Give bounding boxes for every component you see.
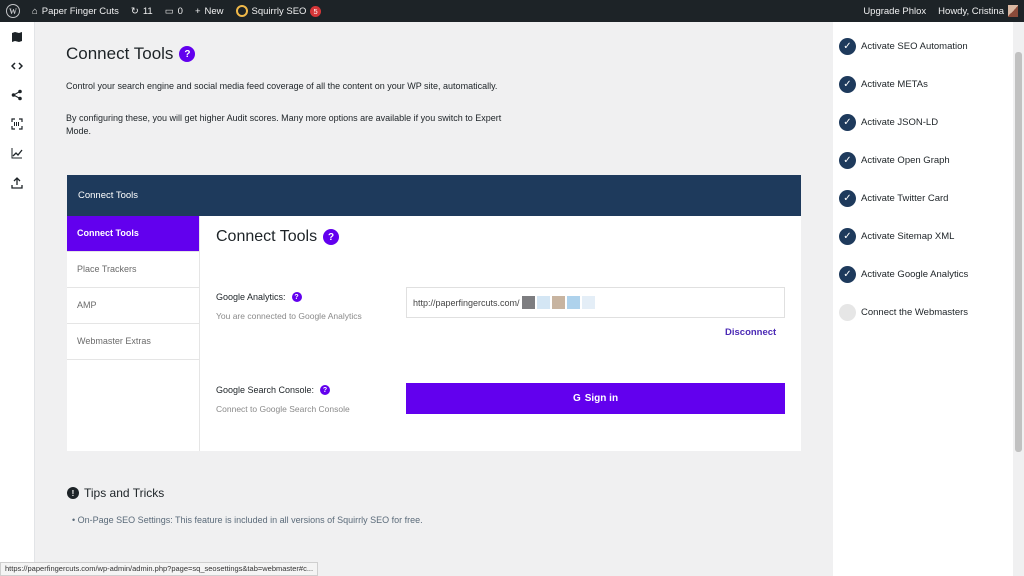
analytics-url-value: http://paperfingercuts.com/: [413, 297, 520, 308]
help-icon[interactable]: ?: [179, 46, 196, 62]
page-title: Connect Tools ?: [66, 44, 196, 64]
sign-in-button[interactable]: G Sign in: [406, 383, 785, 414]
page-scrollbar[interactable]: [1013, 22, 1024, 576]
updates-count: 11: [142, 5, 153, 17]
content-title: Connect Tools ?: [216, 228, 340, 246]
new-label: New: [204, 5, 224, 17]
tab-place-trackers[interactable]: Place Trackers: [67, 252, 199, 288]
intro-text-1: Control your search engine and social me…: [66, 81, 498, 91]
tips-title-text: Tips and Tricks: [84, 486, 165, 500]
updates-link[interactable]: ↻ 11: [125, 0, 159, 22]
tab-connect-tools[interactable]: Connect Tools: [67, 216, 199, 252]
tip-text: On-Page SEO Settings: This feature is in…: [77, 515, 423, 525]
check-icon: ✓: [839, 38, 856, 55]
sign-in-label: Sign in: [584, 393, 619, 404]
map-icon[interactable]: [10, 30, 24, 44]
task-label: Connect the Webmasters: [861, 307, 969, 318]
task-label: Activate Open Graph: [861, 155, 950, 166]
check-icon: ✓: [839, 152, 856, 169]
scan-icon[interactable]: [10, 117, 24, 131]
page-title-text: Connect Tools: [66, 44, 174, 63]
squirrly-icon: [235, 5, 248, 17]
check-icon: ✓: [839, 266, 856, 283]
redacted-block: [551, 296, 565, 309]
upgrade-label: Upgrade Phlox: [863, 5, 927, 17]
analytics-url-field[interactable]: http://paperfingercuts.com/: [406, 287, 785, 318]
settings-tabs: Connect Tools Place Trackers AMP Webmast…: [67, 216, 200, 451]
check-icon: ✓: [839, 76, 856, 93]
task-metas[interactable]: ✓ Activate METAs: [839, 76, 928, 93]
squirrly-label: Squirrly SEO: [251, 5, 307, 17]
check-icon: ✓: [839, 228, 856, 245]
tips-heading: ! Tips and Tricks: [67, 486, 164, 500]
redacted-block: [521, 296, 535, 309]
task-label: Activate Sitemap XML: [861, 231, 955, 242]
intro-text-2: By configuring these, you will get highe…: [66, 113, 502, 136]
console-label: Google Search Console: ?: [216, 385, 331, 395]
disconnect-link[interactable]: Disconnect: [725, 327, 776, 338]
squirrly-badge: 5: [310, 5, 321, 17]
tasks-panel: ✓ Activate SEO Automation ✓ Activate METAs…: [833, 22, 1013, 576]
task-label: Activate Google Analytics: [861, 269, 969, 280]
comment-icon: ▭: [164, 5, 174, 17]
comments-count: 0: [177, 5, 183, 17]
account-menu[interactable]: Howdy, Cristina: [932, 0, 1024, 22]
comments-link[interactable]: ▭ 0: [159, 0, 189, 22]
redacted-block: [566, 296, 580, 309]
admin-bar: W ⌂ Paper Finger Cuts ↻ 11 ▭ 0 + New Squ…: [0, 0, 1024, 22]
check-icon: ✓: [839, 114, 856, 131]
analytics-help-icon[interactable]: ?: [291, 292, 302, 302]
analytics-status: You are connected to Google Analytics: [216, 311, 362, 321]
analytics-label: Google Analytics: ?: [216, 292, 302, 302]
wordpress-icon: W: [6, 4, 20, 18]
tab-amp[interactable]: AMP: [67, 288, 199, 324]
empty-circle-icon: [839, 304, 856, 321]
connect-tools-card: Connect Tools Connect Tools Place Tracke…: [67, 175, 801, 451]
howdy-label: Howdy, Cristina: [938, 5, 1004, 17]
task-webmasters[interactable]: Connect the Webmasters: [839, 304, 968, 321]
content-title-text: Connect Tools: [216, 228, 318, 245]
link-status-bar: https://paperfingercuts.com/wp-admin/adm…: [0, 562, 319, 576]
new-content-link[interactable]: + New: [189, 0, 230, 22]
redacted-block: [581, 296, 595, 309]
icon-rail: [0, 22, 35, 576]
site-name-label: Paper Finger Cuts: [41, 5, 119, 17]
site-name-link[interactable]: ⌂ Paper Finger Cuts: [26, 0, 125, 22]
scrollbar-thumb[interactable]: [1015, 52, 1022, 452]
task-label: Activate JSON-LD: [861, 117, 939, 128]
content-help-icon[interactable]: ?: [323, 229, 340, 245]
updates-icon: ↻: [130, 5, 139, 17]
avatar: [1008, 5, 1018, 17]
home-icon: ⌂: [32, 5, 38, 17]
task-json-ld[interactable]: ✓ Activate JSON-LD: [839, 114, 938, 131]
console-help-icon[interactable]: ?: [320, 385, 331, 395]
tip-item: • On-Page SEO Settings: This feature is …: [72, 515, 423, 525]
task-label: Activate METAs: [861, 79, 928, 90]
upgrade-link[interactable]: Upgrade Phlox: [857, 0, 932, 22]
plus-icon: +: [194, 5, 201, 17]
task-open-graph[interactable]: ✓ Activate Open Graph: [839, 152, 950, 169]
task-label: Activate SEO Automation: [861, 41, 968, 52]
console-label-text: Google Search Console:: [216, 385, 315, 395]
share-icon[interactable]: [10, 88, 24, 102]
analytics-label-text: Google Analytics:: [216, 292, 286, 302]
tab-webmaster-extras[interactable]: Webmaster Extras: [67, 324, 199, 360]
task-sitemap-xml[interactable]: ✓ Activate Sitemap XML: [839, 228, 954, 245]
console-status: Connect to Google Search Console: [216, 404, 350, 414]
task-google-analytics[interactable]: ✓ Activate Google Analytics: [839, 266, 968, 283]
code-icon[interactable]: [10, 59, 24, 73]
info-icon: !: [67, 487, 79, 499]
check-icon: ✓: [839, 190, 856, 207]
card-header: Connect Tools: [67, 175, 801, 216]
task-label: Activate Twitter Card: [861, 193, 949, 204]
task-seo-automation[interactable]: ✓ Activate SEO Automation: [839, 38, 968, 55]
chart-icon[interactable]: [10, 146, 24, 160]
google-icon: G: [572, 393, 581, 404]
task-twitter-card[interactable]: ✓ Activate Twitter Card: [839, 190, 948, 207]
wordpress-logo-menu[interactable]: W: [0, 0, 26, 22]
redacted-block: [536, 296, 550, 309]
upload-icon[interactable]: [10, 176, 24, 190]
squirrly-seo-menu[interactable]: Squirrly SEO 5: [230, 0, 327, 22]
